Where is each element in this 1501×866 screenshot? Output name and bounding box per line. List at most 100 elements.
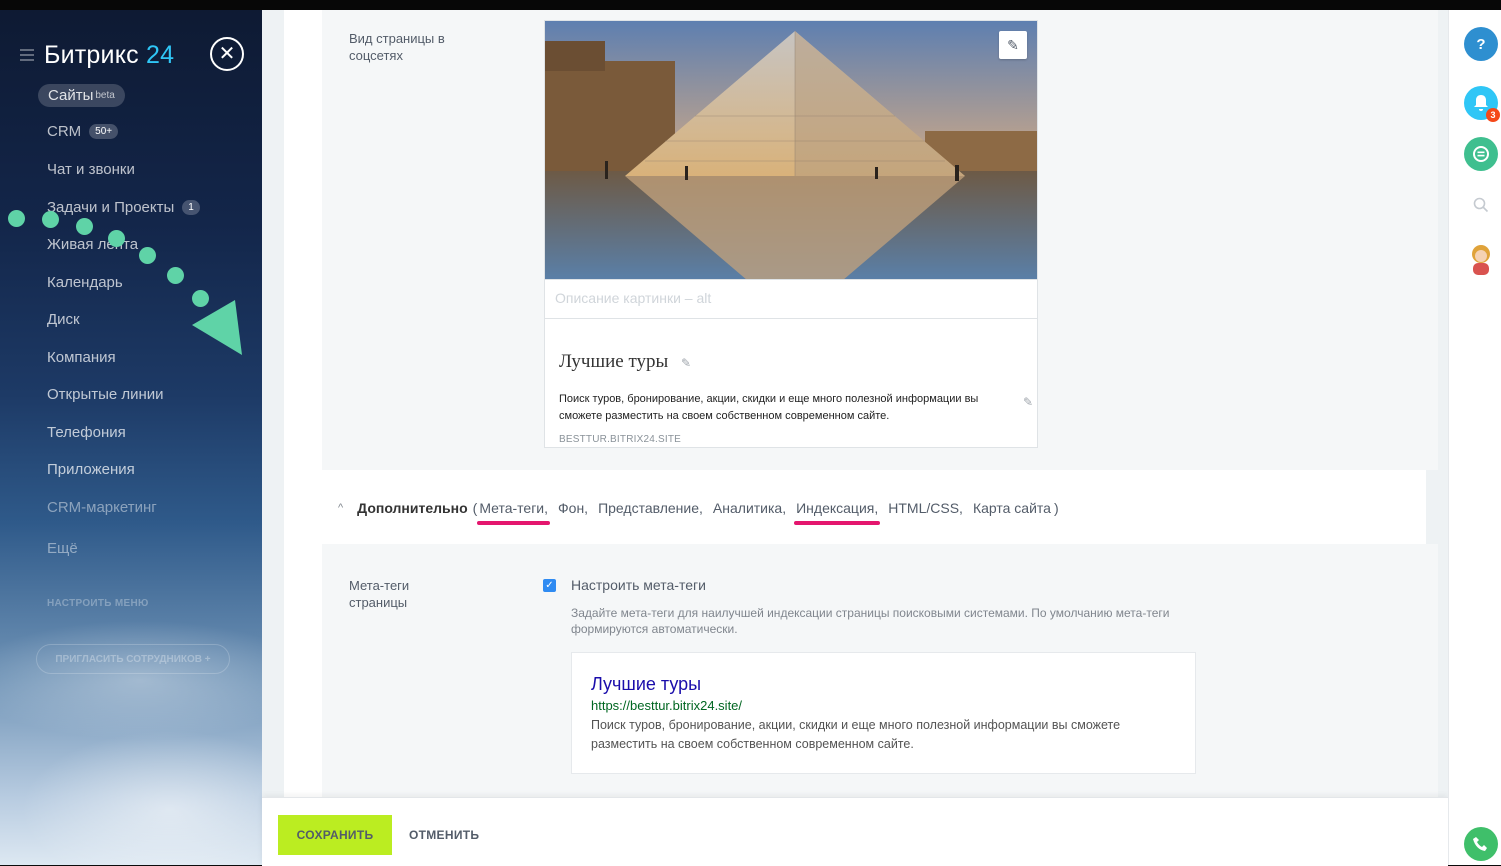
right-panel: ? 3 — [1448, 10, 1501, 865]
cancel-button[interactable]: ОТМЕНИТЬ — [409, 815, 479, 855]
annotation-dot — [42, 211, 59, 228]
social-preview-card: ✎ Описание картинки – alt Лучшие туры ✎ … — [544, 20, 1038, 448]
sidebar-item-label: Открытые линии — [47, 386, 164, 403]
sidebar-item-label: Ещё — [47, 540, 78, 557]
link-html-css[interactable]: HTML/CSS, — [888, 500, 963, 516]
sidebar-item-crm[interactable]: CRM 50+ — [47, 123, 119, 140]
meta-tags-label: Мета-теги страницы — [349, 578, 410, 610]
sidebar-item-label: Сайты — [48, 87, 94, 104]
annotation-dot — [8, 210, 25, 227]
handset-icon — [1473, 837, 1487, 851]
save-button[interactable]: СОХРАНИТЬ — [278, 815, 392, 855]
menu-icon[interactable] — [20, 49, 34, 61]
sidebar-item-more[interactable]: Ещё — [47, 540, 78, 557]
card-url: BESTTUR.BITRIX24.SITE — [559, 434, 682, 445]
image-alt-input[interactable]: Описание картинки – alt — [545, 279, 1037, 319]
search-icon[interactable] — [1464, 188, 1498, 222]
configure-meta-label[interactable]: Настроить мета-теги — [571, 577, 706, 593]
sidebar-item-chat[interactable]: Чат и звонки — [47, 161, 135, 178]
louvre-pyramid-image — [545, 21, 1037, 279]
beta-badge: beta — [95, 90, 115, 101]
search-preview-url: https://besttur.bitrix24.site/ — [591, 698, 743, 713]
main-area: Вид страницы в соцсетях ✎ Описание карти… — [262, 10, 1448, 865]
annotation-dot — [139, 247, 156, 264]
configure-menu-link[interactable]: НАСТРОИТЬ МЕНЮ — [47, 598, 149, 609]
search-preview-description: Поиск туров, бронирование, акции, скидки… — [591, 718, 1121, 751]
sidebar-clouds-lower — [20, 730, 262, 865]
meta-hint: Задайте мета-теги для наилучшей индексац… — [571, 606, 1170, 636]
sidebar-item-crm-marketing[interactable]: CRM-маркетинг — [47, 499, 157, 516]
annotation-arrow-icon — [192, 300, 242, 355]
sidebar-item-label: Чат и звонки — [47, 161, 135, 178]
sidebar-item-label: Приложения — [47, 461, 135, 478]
card-description[interactable]: Поиск туров, бронирование, акции, скидки… — [559, 391, 1009, 425]
edit-image-icon[interactable]: ✎ — [999, 31, 1027, 59]
notification-count-badge: 3 — [1486, 108, 1500, 122]
link-label: Индексация, — [796, 500, 879, 516]
phone-icon[interactable] — [1464, 827, 1498, 861]
sidebar-item-telephony[interactable]: Телефония — [47, 424, 126, 441]
sidebar-item-company[interactable]: Компания — [47, 349, 116, 366]
settings-panel: Вид страницы в соцсетях ✎ Описание карти… — [284, 10, 1438, 865]
notifications-icon[interactable]: 3 — [1464, 86, 1500, 122]
help-icon[interactable]: ? — [1464, 27, 1498, 61]
sidebar-item-label: Диск — [47, 311, 80, 328]
counter-badge: 50+ — [89, 124, 119, 139]
sidebar-item-label: Телефония — [47, 424, 126, 441]
link-analytics[interactable]: Аналитика, — [713, 500, 786, 516]
logo-row: Битрикс 24 — [20, 38, 174, 72]
close-icon[interactable]: ✕ — [210, 37, 244, 71]
user-avatar[interactable] — [1464, 242, 1498, 276]
bell-icon — [1474, 95, 1488, 111]
card-title-text: Лучшие туры — [559, 351, 669, 372]
edit-title-icon[interactable]: ✎ — [681, 356, 691, 370]
social-label: Вид страницы в соцсетях — [349, 31, 445, 63]
chevron-up-icon[interactable]: ^ — [338, 502, 343, 514]
sidebar-item-calendar[interactable]: Календарь — [47, 274, 123, 291]
paren-open: ( — [472, 500, 478, 516]
advanced-title[interactable]: Дополнительно — [357, 500, 467, 516]
footer-bar: СОХРАНИТЬ ОТМЕНИТЬ — [262, 797, 1448, 866]
search-preview: Лучшие туры https://besttur.bitrix24.sit… — [571, 652, 1196, 774]
link-label: Мета-теги, — [479, 500, 549, 516]
link-meta-tags[interactable]: Мета-теги, — [477, 500, 551, 525]
sidebar-item-tasks[interactable]: Задачи и Проекты 1 — [47, 199, 200, 216]
logo-number: 24 — [145, 40, 175, 69]
annotation-dot — [167, 267, 184, 284]
sidebar-item-label: CRM — [47, 123, 82, 140]
counter-badge: 1 — [182, 200, 200, 215]
annotation-dot — [108, 230, 125, 247]
sidebar-item-open-lines[interactable]: Открытые линии — [47, 386, 164, 403]
top-strip — [0, 0, 1501, 10]
configure-meta-checkbox[interactable]: ✓ — [543, 579, 556, 592]
invite-employees-button[interactable]: ПРИГЛАСИТЬ СОТРУДНИКОВ + — [36, 644, 230, 674]
link-background[interactable]: Фон, — [558, 500, 588, 516]
card-title[interactable]: Лучшие туры ✎ — [559, 351, 691, 373]
sidebar-item-label: Календарь — [47, 274, 123, 291]
search-preview-title: Лучшие туры — [591, 674, 702, 694]
sidebar-item-label: Компания — [47, 349, 116, 366]
magnifier-icon — [1473, 197, 1489, 213]
social-section: Вид страницы в соцсетях ✎ Описание карти… — [322, 10, 1438, 470]
sidebar-item-apps[interactable]: Приложения — [47, 461, 135, 478]
avatar-icon — [1472, 245, 1490, 275]
edit-description-icon[interactable]: ✎ — [1023, 395, 1033, 409]
sidebar-item-sites[interactable]: Сайты beta — [38, 84, 125, 107]
sidebar-item-label: Задачи и Проекты — [47, 199, 175, 216]
logo[interactable]: Битрикс 24 — [44, 41, 174, 70]
link-sitemap[interactable]: Карта сайта — [973, 500, 1051, 516]
sidebar-item-disk[interactable]: Диск — [47, 311, 80, 328]
advanced-row: ^ Дополнительно ( Мета-теги, Фон, Предст… — [338, 500, 1059, 525]
link-indexing[interactable]: Индексация, — [794, 500, 881, 525]
sidebar-item-label: CRM-маркетинг — [47, 499, 157, 516]
link-view[interactable]: Представление, — [598, 500, 703, 516]
preview-image[interactable]: ✎ — [545, 21, 1037, 279]
paren-close: ) — [1053, 500, 1059, 516]
logo-text: Битрикс — [44, 40, 139, 69]
highlight-underline — [794, 521, 881, 525]
highlight-underline — [477, 521, 551, 525]
chat-icon[interactable] — [1464, 137, 1498, 171]
annotation-dot — [76, 218, 93, 235]
chat-bubble-icon — [1473, 146, 1489, 162]
sidebar-clouds — [0, 620, 262, 740]
